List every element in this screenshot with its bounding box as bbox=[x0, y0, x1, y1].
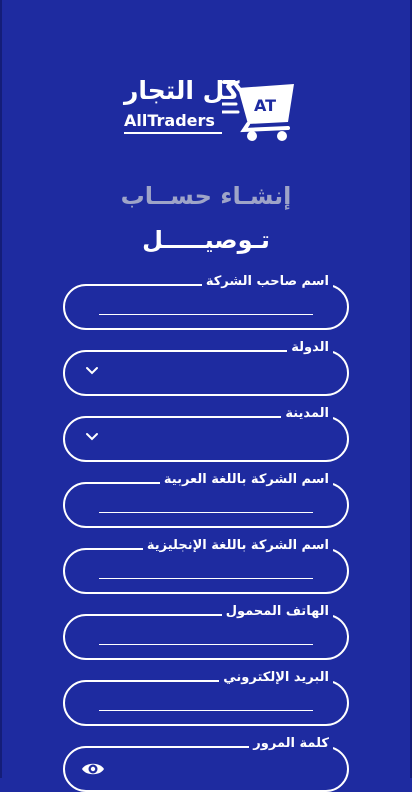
input-underline[interactable] bbox=[99, 710, 313, 711]
input-underline[interactable] bbox=[99, 644, 313, 645]
input-underline[interactable] bbox=[99, 578, 313, 579]
field-label: الهاتف المحمول bbox=[221, 603, 333, 621]
alltraders-logo: كل التجار AllTraders AT bbox=[122, 76, 298, 146]
input-underline[interactable] bbox=[99, 314, 313, 315]
logo-underline bbox=[124, 132, 222, 134]
left-edge bbox=[0, 0, 2, 778]
field-label: الدولة bbox=[287, 339, 333, 357]
chevron-down-icon[interactable] bbox=[85, 432, 99, 442]
field-label: كلمة المرور bbox=[249, 735, 333, 753]
city-select[interactable]: المدينة bbox=[63, 405, 349, 462]
email-field[interactable]: البريد الإلكتروني bbox=[63, 669, 349, 726]
cart-badge: AT bbox=[254, 96, 276, 115]
field-label: اسم صاحب الشركة bbox=[201, 273, 333, 291]
field-label: المدينة bbox=[281, 405, 333, 423]
eye-icon[interactable] bbox=[81, 760, 105, 778]
company-owner-name-field[interactable]: اسم صاحب الشركة bbox=[63, 273, 349, 330]
input-underline[interactable] bbox=[99, 512, 313, 513]
password-field[interactable]: كلمة المرور bbox=[63, 735, 349, 792]
field-label: اسم الشركة باللغة الإنجليزية bbox=[142, 537, 333, 555]
page-title: تـوصيـــــل bbox=[142, 226, 270, 254]
company-name-arabic-field[interactable]: اسم الشركة باللغة العربية bbox=[63, 471, 349, 528]
shopping-cart-icon: AT bbox=[222, 80, 294, 141]
mobile-phone-field[interactable]: الهاتف المحمول bbox=[63, 603, 349, 660]
chevron-down-icon[interactable] bbox=[85, 366, 99, 376]
field-label: البريد الإلكتروني bbox=[219, 669, 333, 687]
country-select[interactable]: الدولة bbox=[63, 339, 349, 396]
field-label: اسم الشركة باللغة العربية bbox=[159, 471, 333, 489]
page-subtitle: إنشـاء حســاب bbox=[120, 182, 292, 210]
logo-english-text: AllTraders bbox=[124, 111, 215, 130]
company-name-english-field[interactable]: اسم الشركة باللغة الإنجليزية bbox=[63, 537, 349, 594]
